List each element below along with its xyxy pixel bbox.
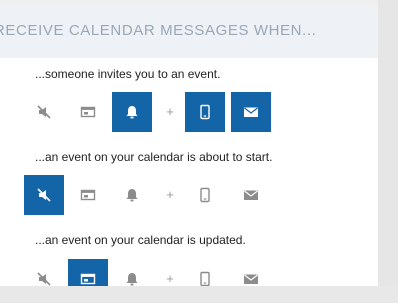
mobile-phone-icon — [196, 186, 214, 204]
option-mobile[interactable] — [185, 259, 225, 286]
summary-card-icon — [79, 186, 97, 204]
mute-icon — [35, 186, 53, 204]
summary-card-icon — [79, 270, 97, 286]
section-starting-label: ...an event on your calendar is about to… — [35, 150, 273, 164]
page-gutter-bottom — [0, 285, 398, 303]
option-email[interactable] — [231, 92, 271, 132]
option-mobile[interactable] — [185, 92, 225, 132]
section-updated-label: ...an event on your calendar is updated. — [35, 233, 246, 247]
page-gutter-right — [378, 0, 398, 303]
section-starting: ...an event on your calendar is about to… — [0, 143, 378, 221]
bell-icon — [123, 103, 141, 121]
envelope-icon — [242, 103, 260, 121]
plus-separator: + — [166, 187, 174, 202]
mobile-phone-icon — [196, 270, 214, 286]
envelope-icon — [242, 270, 260, 286]
option-mobile[interactable] — [185, 175, 225, 215]
option-reminder[interactable] — [112, 259, 152, 286]
option-summary[interactable] — [68, 92, 108, 132]
option-summary[interactable] — [68, 259, 108, 286]
mute-icon — [35, 270, 53, 286]
summary-card-icon — [79, 103, 97, 121]
option-none[interactable] — [24, 92, 64, 132]
mobile-phone-icon — [196, 103, 214, 121]
section-invites-label: ...someone invites you to an event. — [35, 67, 221, 81]
plus-separator: + — [166, 104, 174, 119]
option-email[interactable] — [231, 259, 271, 286]
panel-header: RECEIVE CALENDAR MESSAGES WHEN... — [0, 6, 378, 58]
panel-header-title: RECEIVE CALENDAR MESSAGES WHEN... — [0, 22, 317, 39]
option-summary[interactable] — [68, 175, 108, 215]
section-invites: ...someone invites you to an event. + — [0, 58, 378, 136]
option-email[interactable] — [231, 175, 271, 215]
plus-separator: + — [166, 271, 174, 286]
option-reminder[interactable] — [112, 92, 152, 132]
envelope-icon — [242, 186, 260, 204]
option-none[interactable] — [24, 175, 64, 215]
bell-icon — [123, 186, 141, 204]
bell-icon — [123, 270, 141, 286]
option-none[interactable] — [24, 259, 64, 286]
section-updated: ...an event on your calendar is updated.… — [0, 228, 378, 286]
option-reminder[interactable] — [112, 175, 152, 215]
mute-icon — [35, 103, 53, 121]
calendar-notifications-panel: RECEIVE CALENDAR MESSAGES WHEN... ...som… — [0, 6, 378, 286]
